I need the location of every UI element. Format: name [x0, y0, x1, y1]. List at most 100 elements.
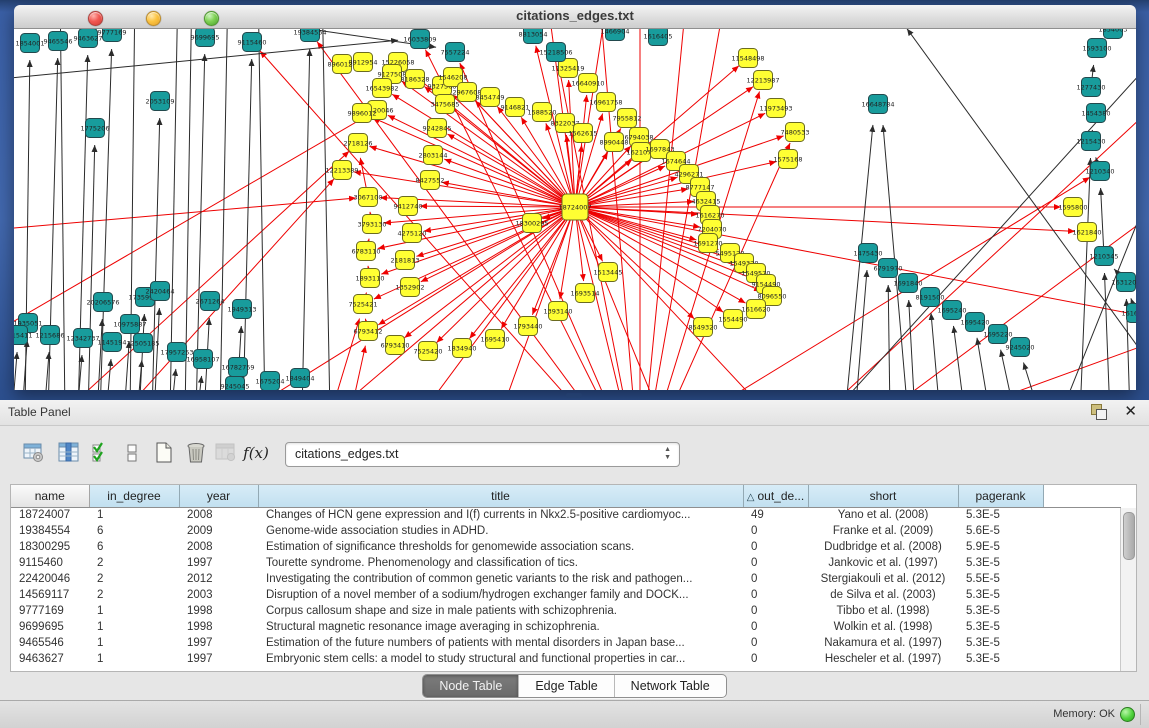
tab-edge-table[interactable]: Edge Table [519, 675, 614, 697]
svg-text:1854001: 1854001 [16, 40, 45, 48]
svg-text:8777147: 8777147 [686, 184, 715, 192]
svg-text:3793130: 3793130 [358, 221, 387, 229]
cell-in_degree: 6 [89, 539, 179, 555]
cell-short: Tibbo et al. (1998) [808, 603, 958, 619]
svg-text:1215686: 1215686 [36, 332, 65, 340]
svg-text:12213389: 12213389 [325, 167, 358, 175]
table-row[interactable]: 946554611997Estimation of the future num… [11, 635, 1121, 651]
table-row[interactable]: 1830029562008Estimation of significance … [11, 539, 1121, 555]
create-column-button[interactable] [150, 439, 178, 467]
svg-text:2420464: 2420464 [146, 288, 175, 296]
svg-text:2803144: 2803144 [419, 152, 448, 160]
svg-text:1466904: 1466904 [601, 29, 630, 36]
show-columns-button[interactable] [55, 439, 83, 467]
column-header-year[interactable]: year [179, 485, 258, 507]
svg-text:1849404: 1849404 [286, 375, 315, 383]
cell-pagerank: 5.5E-5 [958, 571, 1043, 587]
table-mode-button[interactable] [20, 439, 48, 467]
cell-out_degree: 0 [743, 635, 808, 651]
cell-pagerank: 5.9E-5 [958, 539, 1043, 555]
tab-network-table[interactable]: Network Table [615, 675, 726, 697]
cell-pagerank: 5.3E-5 [958, 555, 1043, 571]
svg-text:1546208: 1546208 [439, 74, 468, 82]
delete-column-button[interactable] [182, 439, 210, 467]
svg-text:6794038: 6794038 [625, 134, 654, 142]
window-titlebar[interactable]: citations_edges.txt [14, 5, 1136, 29]
column-header-title[interactable]: title [258, 485, 743, 507]
svg-text:1210340: 1210340 [1086, 168, 1115, 176]
status-divider [1140, 704, 1141, 725]
table-row[interactable]: 969969511998Structural magnetic resonanc… [11, 619, 1121, 635]
cell-year: 2009 [179, 523, 258, 539]
cell-in_degree: 1 [89, 635, 179, 651]
cell-out_degree: 0 [743, 571, 808, 587]
desktop-background: citations_edges.txt 18724007896012889129… [0, 0, 1149, 400]
node-table-grid: name in_degree year title △out_de... sho… [11, 485, 1121, 667]
cell-in_degree: 6 [89, 523, 179, 539]
svg-text:1616270: 1616270 [696, 212, 725, 220]
cell-out_degree: 0 [743, 651, 808, 667]
checkmarks-icon [90, 441, 114, 465]
new-document-icon [152, 441, 176, 465]
svg-text:8186328: 8186328 [401, 76, 430, 84]
column-header-pagerank[interactable]: pagerank [958, 485, 1043, 507]
cell-in_degree: 1 [89, 603, 179, 619]
cell-year: 1997 [179, 651, 258, 667]
cell-year: 1998 [179, 619, 258, 635]
svg-text:1695220: 1695220 [984, 331, 1013, 339]
tab-node-table[interactable]: Node Table [423, 675, 519, 697]
panel-divider-handle[interactable] [566, 393, 582, 398]
column-header-name[interactable]: name [11, 485, 89, 507]
svg-text:1775206: 1775206 [81, 125, 110, 133]
svg-text:12213987: 12213987 [746, 77, 779, 85]
cell-filler [1043, 555, 1121, 571]
table-row[interactable]: 1872400712008Changes of HCN gene express… [11, 507, 1121, 523]
table-row[interactable]: 977716911998Corpus callosum shape and si… [11, 603, 1121, 619]
close-panel-icon[interactable]: ✕ [1124, 402, 1137, 420]
cell-filler [1043, 587, 1121, 603]
table-scrollbar-thumb[interactable] [1123, 512, 1135, 560]
svg-text:16543982: 16543982 [365, 85, 398, 93]
svg-text:1616405: 1616405 [644, 33, 673, 41]
cell-out_degree: 0 [743, 603, 808, 619]
svg-text:10975887: 10975887 [113, 321, 146, 329]
svg-text:16782759: 16782759 [221, 364, 254, 372]
cell-in_degree: 2 [89, 571, 179, 587]
svg-text:1145194: 1145194 [98, 339, 127, 347]
svg-text:16640910: 16640910 [571, 80, 604, 88]
network-view[interactable]: 1872400789601288912954152260589127508165… [14, 29, 1136, 390]
cell-filler [1043, 507, 1121, 523]
table-selector-dropdown[interactable]: citations_edges.txt ▲▼ [285, 442, 680, 467]
svg-text:1475430: 1475430 [854, 250, 883, 258]
svg-text:2671264: 2671264 [196, 298, 225, 306]
column-header-short[interactable]: short [808, 485, 958, 507]
svg-text:16033809: 16033809 [403, 36, 436, 44]
svg-text:3915411: 3915411 [14, 332, 32, 340]
column-header-in-degree[interactable]: in_degree [89, 485, 179, 507]
table-scrollbar[interactable] [1120, 508, 1136, 671]
row-height-button[interactable] [118, 439, 146, 467]
cell-title: Estimation of significance thresholds fo… [258, 539, 743, 555]
float-panel-icon[interactable] [1091, 404, 1109, 420]
svg-text:9777169: 9777169 [98, 29, 127, 37]
cell-short: Dudbridge et al. (2008) [808, 539, 958, 555]
cell-short: Stergiakouli et al. (2012) [808, 571, 958, 587]
table-row[interactable]: 2242004622012Investigating the contribut… [11, 571, 1121, 587]
delete-table-button[interactable] [212, 439, 240, 467]
svg-text:7955812: 7955812 [613, 115, 642, 123]
svg-text:1621840: 1621840 [1073, 229, 1102, 237]
network-graph[interactable]: 1872400789601288912954152260589127508165… [14, 29, 1136, 390]
function-builder-button[interactable]: f(x) [242, 439, 270, 467]
cell-out_degree: 49 [743, 507, 808, 523]
table-row[interactable]: 911546021997Tourette syndrome. Phenomeno… [11, 555, 1121, 571]
select-columns-button[interactable] [88, 439, 116, 467]
svg-text:1675204: 1675204 [256, 378, 285, 386]
cell-short: de Silva et al. (2003) [808, 587, 958, 603]
cell-filler [1043, 619, 1121, 635]
table-row[interactable]: 1456911722003Disruption of a novel membe… [11, 587, 1121, 603]
table-row[interactable]: 946362711997Embryonic stem cells: a mode… [11, 651, 1121, 667]
column-header-out-degree[interactable]: △out_de... [743, 485, 808, 507]
table-row[interactable]: 1938455462009Genome-wide association stu… [11, 523, 1121, 539]
cell-pagerank: 5.3E-5 [958, 619, 1043, 635]
cell-name: 18724007 [11, 507, 89, 523]
